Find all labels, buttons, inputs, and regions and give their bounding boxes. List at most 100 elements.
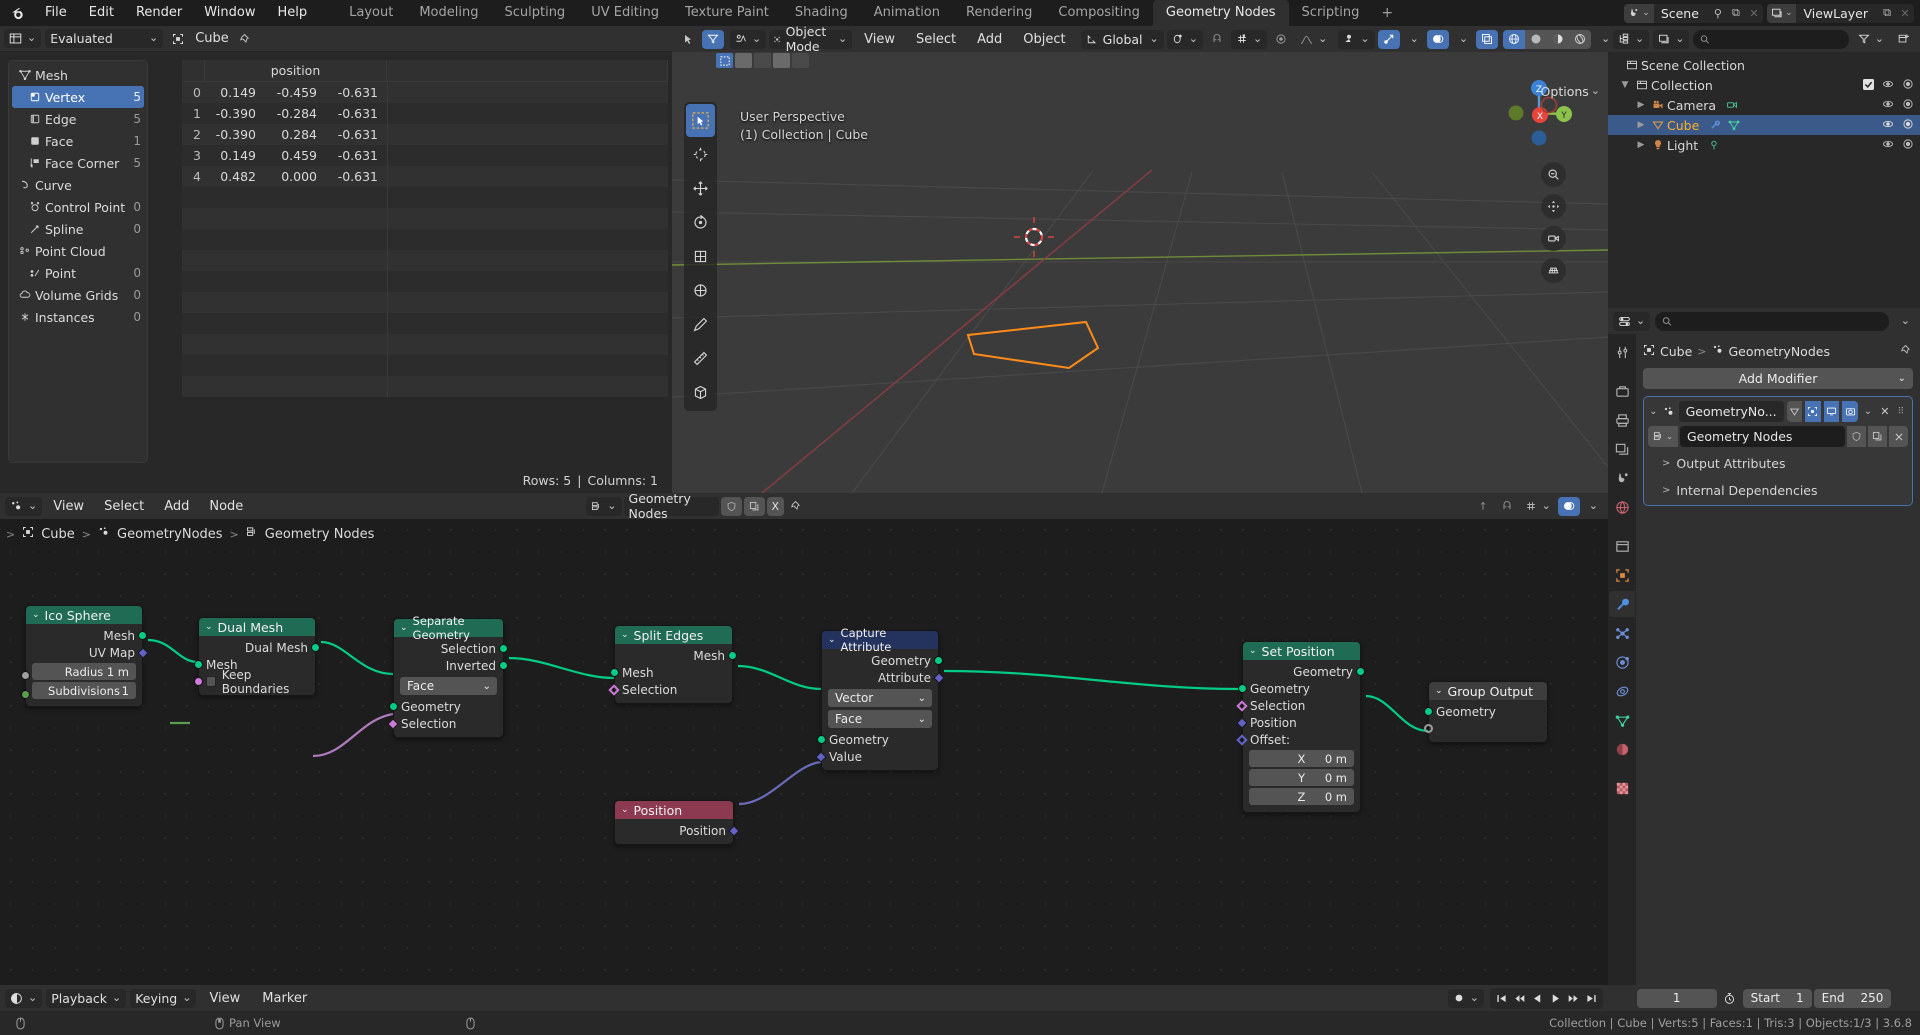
expand-triangle-icon[interactable]: ▶ bbox=[1634, 140, 1648, 150]
outliner-row-camera[interactable]: ▶ Camera bbox=[1608, 95, 1920, 115]
display-mode-dropdown[interactable] bbox=[1653, 29, 1690, 49]
dataset-mode-dropdown[interactable]: Evaluated bbox=[45, 29, 164, 48]
node-input-selection[interactable]: Selection bbox=[387, 715, 503, 732]
menu-render[interactable]: Render bbox=[125, 0, 193, 26]
node-header[interactable]: ⌄ Capture Attribute bbox=[822, 626, 938, 654]
properties-search-field[interactable] bbox=[1677, 314, 1882, 328]
node-separate-geometry[interactable]: ⌄ Separate Geometry Selection Inverted F… bbox=[387, 614, 508, 738]
outliner-row-cube[interactable]: ▶ Cube bbox=[1608, 115, 1920, 135]
object-data-tab[interactable] bbox=[1609, 707, 1635, 733]
scene-delete-icon[interactable]: ✕ bbox=[1745, 4, 1763, 23]
render-display-icon[interactable] bbox=[1842, 401, 1858, 422]
timeline-menu-view[interactable]: View bbox=[200, 991, 249, 1006]
realtime-edit-mode-icon[interactable] bbox=[1805, 401, 1821, 422]
node-group-output[interactable]: ⌄ Group Output Geometry bbox=[1424, 681, 1548, 743]
node-output-geometry[interactable]: Geometry bbox=[822, 652, 943, 669]
modifier-expand-icon[interactable]: ⌄ bbox=[1648, 406, 1659, 417]
menu-file[interactable]: File bbox=[34, 0, 78, 26]
editor-type-timeline-icon[interactable] bbox=[5, 988, 43, 1008]
snap-settings-dropdown[interactable] bbox=[1520, 497, 1556, 516]
start-frame-field[interactable]: Start 1 bbox=[1742, 988, 1812, 1008]
material-tab[interactable] bbox=[1609, 736, 1635, 762]
rotate-tool[interactable] bbox=[686, 206, 715, 239]
menu-window[interactable]: Window bbox=[193, 0, 266, 26]
measure-tool[interactable] bbox=[686, 342, 715, 375]
node-canvas[interactable]: > Cube > GeometryNodes > Geometry Nodes bbox=[0, 519, 1608, 985]
modifier-icon[interactable] bbox=[1705, 119, 1724, 131]
end-frame-field[interactable]: End 250 bbox=[1813, 988, 1892, 1008]
cursor-tool[interactable] bbox=[686, 138, 715, 171]
node-input-geometry[interactable]: Geometry bbox=[1238, 680, 1360, 697]
constraints-tab[interactable] bbox=[1609, 678, 1635, 704]
editor-type-outliner-icon[interactable] bbox=[1613, 29, 1650, 49]
editor-type-view3d-icon[interactable] bbox=[702, 29, 724, 49]
outliner-search-input[interactable] bbox=[1693, 29, 1849, 49]
domain-point[interactable]: Point 0 bbox=[9, 262, 147, 284]
panel-output-attributes[interactable]: > Output Attributes bbox=[1648, 452, 1908, 474]
keep-boundaries-checkbox[interactable] bbox=[206, 676, 216, 687]
workspace-tab-geometry-nodes[interactable]: Geometry Nodes bbox=[1152, 0, 1289, 26]
hide-in-viewport-icon[interactable] bbox=[1882, 78, 1894, 93]
world-tab[interactable] bbox=[1609, 494, 1635, 520]
workspace-tab-modeling[interactable]: Modeling bbox=[406, 0, 491, 26]
expand-triangle-icon[interactable]: ▶ bbox=[1634, 100, 1648, 110]
node-menu-select[interactable]: Select bbox=[95, 499, 153, 514]
node-ico-sphere[interactable]: ⌄ Ico Sphere Mesh UV Map Radius 1 m Subd… bbox=[21, 605, 149, 707]
domain-dropdown[interactable]: Face ⌄ bbox=[400, 677, 497, 695]
node-output-mesh[interactable]: Mesh bbox=[615, 647, 737, 664]
snap-magnet-icon[interactable] bbox=[1496, 497, 1518, 516]
pan-icon[interactable] bbox=[1541, 194, 1566, 219]
auto-range-icon[interactable] bbox=[1719, 992, 1741, 1005]
editor-type-geometry-nodes-icon[interactable] bbox=[5, 496, 43, 516]
hide-in-viewport-icon[interactable] bbox=[1882, 118, 1894, 133]
breadcrumb-nodetree[interactable]: Geometry Nodes bbox=[265, 527, 375, 542]
menu-help[interactable]: Help bbox=[267, 0, 319, 26]
overlay-options-dropdown[interactable] bbox=[1452, 30, 1473, 49]
next-keyframe-icon[interactable] bbox=[1565, 989, 1582, 1008]
cursor-select-icon[interactable] bbox=[677, 30, 699, 49]
nodetree-browse-icon[interactable] bbox=[586, 496, 622, 516]
scale-tool[interactable] bbox=[686, 240, 715, 273]
nodetree-name-field[interactable]: Geometry Nodes bbox=[623, 491, 719, 521]
scene-selector[interactable]: ⌄ Scene ⚲ ⧉ ✕ bbox=[1624, 3, 1763, 23]
column-position[interactable]: position bbox=[204, 60, 387, 81]
nodegroup-name-field[interactable]: Geometry Nodes bbox=[1680, 426, 1845, 447]
current-frame-field[interactable]: 1 bbox=[1636, 988, 1717, 1008]
physics-tab[interactable] bbox=[1609, 649, 1635, 675]
node-menu-add[interactable]: Add bbox=[155, 499, 198, 514]
node-output-attribute[interactable]: Attribute bbox=[822, 669, 945, 686]
play-icon[interactable] bbox=[1547, 989, 1564, 1008]
overlays-toggle[interactable] bbox=[1426, 29, 1449, 49]
pin-icon[interactable] bbox=[786, 497, 808, 516]
workspace-tab-layout[interactable]: Layout bbox=[336, 0, 406, 26]
viewport-menu-object[interactable]: Object bbox=[1014, 32, 1074, 47]
node-menu-node[interactable]: Node bbox=[200, 499, 252, 514]
node-input-geometry[interactable]: Geometry bbox=[389, 698, 503, 715]
mode-icon[interactable] bbox=[730, 29, 767, 49]
domain-volume-grids[interactable]: Volume Grids 0 bbox=[9, 284, 147, 306]
input-subdivisions[interactable]: Subdivisions 1 bbox=[32, 682, 136, 699]
keying-dropdown[interactable]: Keying bbox=[130, 988, 197, 1008]
transform-tool[interactable] bbox=[686, 274, 715, 307]
node-input-position[interactable]: Position bbox=[1236, 714, 1360, 731]
node-output-uv-map[interactable]: UV Map bbox=[26, 644, 149, 661]
input-offset-x[interactable]: X 0 m bbox=[1249, 750, 1354, 767]
close-icon[interactable] bbox=[1889, 426, 1908, 447]
light-data-icon[interactable] bbox=[1704, 139, 1723, 151]
pin-icon[interactable] bbox=[1901, 344, 1913, 359]
spreadsheet-pin-icon[interactable] bbox=[235, 29, 257, 48]
node-header[interactable]: ⌄ Separate Geometry bbox=[394, 614, 503, 642]
viewport-display-icon[interactable] bbox=[1823, 401, 1840, 422]
domain-face-corner[interactable]: Face Corner 5 bbox=[9, 152, 147, 174]
breadcrumb-modifier[interactable]: GeometryNodes bbox=[117, 527, 223, 542]
table-row[interactable]: 2 -0.390 0.284 -0.631 bbox=[182, 124, 668, 145]
select-invert-icon[interactable] bbox=[773, 53, 790, 68]
object-tab[interactable] bbox=[1609, 562, 1635, 588]
viewlayer-selector[interactable]: ⌄ ViewLayer ⧉ ✕ bbox=[1766, 3, 1914, 23]
domain-instances[interactable]: Instances 0 bbox=[9, 306, 147, 328]
node-overlay-options-dropdown[interactable] bbox=[1582, 497, 1603, 516]
node-header[interactable]: ⌄ Split Edges bbox=[615, 626, 732, 644]
viewport-canvas[interactable]: User Perspective (1) Collection | Cube Z… bbox=[672, 52, 1608, 493]
zoom-icon[interactable] bbox=[1541, 162, 1566, 187]
duplicate-icon[interactable] bbox=[743, 496, 765, 516]
